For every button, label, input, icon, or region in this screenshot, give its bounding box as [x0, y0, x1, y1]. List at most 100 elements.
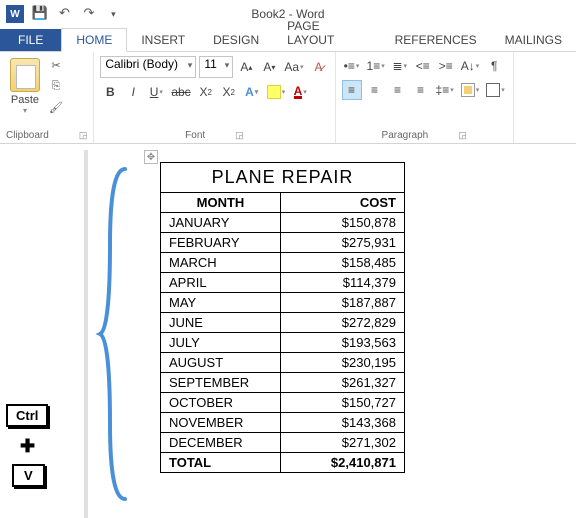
table-row[interactable]: JANUARY$150,878 [161, 213, 405, 233]
cell-cost[interactable]: $272,829 [281, 313, 405, 333]
undo-icon[interactable]: ↶ [54, 3, 74, 23]
line-spacing-icon[interactable]: ‡≡ [434, 80, 456, 100]
strikethrough-button[interactable]: abc [169, 82, 192, 102]
table-row[interactable]: AUGUST$230,195 [161, 353, 405, 373]
cell-cost[interactable]: $271,302 [281, 433, 405, 453]
cell-month[interactable]: JANUARY [161, 213, 281, 233]
bold-button[interactable]: B [100, 82, 120, 102]
table-row[interactable]: NOVEMBER$143,368 [161, 413, 405, 433]
document-area[interactable]: ✥ Ctrl ✚ V PLANE REPAIR MONTH COST JANUA… [0, 144, 576, 518]
paragraph-launcher-icon[interactable]: ◲ [458, 130, 467, 141]
cell-cost[interactable]: $150,727 [281, 393, 405, 413]
table-move-handle-icon[interactable]: ✥ [144, 150, 158, 164]
curly-brace-annotation [95, 164, 135, 504]
tab-design[interactable]: DESIGN [199, 29, 273, 51]
bullets-icon[interactable]: •≡ [342, 56, 362, 76]
group-paragraph: •≡ 1≡ ≣ ˂≡ ˃≡ A↓ ¶ ≡ ≡ ≡ ≡ ‡≡ Paragraph◲ [336, 52, 514, 143]
highlight-icon[interactable] [265, 82, 288, 102]
tab-file[interactable]: FILE [0, 29, 61, 51]
cell-month[interactable]: APRIL [161, 273, 281, 293]
show-hide-icon[interactable]: ¶ [484, 56, 504, 76]
cell-month[interactable]: OCTOBER [161, 393, 281, 413]
group-label-clipboard: Clipboard [6, 130, 49, 141]
save-icon[interactable]: 💾 [30, 3, 50, 23]
sort-icon[interactable]: A↓ [459, 56, 482, 76]
tab-references[interactable]: REFERENCES [381, 29, 491, 51]
table-row[interactable]: SEPTEMBER$261,327 [161, 373, 405, 393]
tab-mailings[interactable]: MAILINGS [491, 29, 576, 51]
cell-cost[interactable]: $193,563 [281, 333, 405, 353]
cell-cost[interactable]: $143,368 [281, 413, 405, 433]
multilevel-list-icon[interactable]: ≣ [390, 56, 410, 76]
paste-label: Paste [11, 94, 39, 106]
cell-cost[interactable]: $114,379 [281, 273, 405, 293]
table-title[interactable]: PLANE REPAIR [161, 163, 405, 193]
decrease-indent-icon[interactable]: ˂≡ [413, 56, 433, 76]
subscript-button[interactable]: X2 [196, 82, 216, 102]
cell-month[interactable]: AUGUST [161, 353, 281, 373]
shrink-font-icon[interactable]: A▾ [259, 57, 279, 77]
table-row[interactable]: DECEMBER$271,302 [161, 433, 405, 453]
font-name-select[interactable]: Calibri (Body) [100, 56, 196, 78]
text-effects-icon[interactable]: A [242, 82, 262, 102]
align-right-icon[interactable]: ≡ [388, 80, 408, 100]
table-row[interactable]: APRIL$114,379 [161, 273, 405, 293]
plane-repair-table[interactable]: PLANE REPAIR MONTH COST JANUARY$150,878F… [160, 162, 405, 473]
grow-font-icon[interactable]: A▴ [236, 57, 256, 77]
paste-icon [10, 58, 40, 92]
cell-month[interactable]: JUNE [161, 313, 281, 333]
italic-button[interactable]: I [123, 82, 143, 102]
increase-indent-icon[interactable]: ˃≡ [436, 56, 456, 76]
paste-button[interactable]: Paste ▾ [6, 56, 44, 116]
font-size-select[interactable]: 11 [199, 56, 233, 78]
align-center-icon[interactable]: ≡ [365, 80, 385, 100]
change-case-icon[interactable]: Aa [282, 57, 305, 77]
table-row[interactable]: OCTOBER$150,727 [161, 393, 405, 413]
table-row[interactable]: MARCH$158,485 [161, 253, 405, 273]
cell-month[interactable]: DECEMBER [161, 433, 281, 453]
total-cost[interactable]: $2,410,871 [281, 453, 405, 473]
tab-insert[interactable]: INSERT [127, 29, 199, 51]
shading-icon[interactable] [459, 80, 482, 100]
cell-month[interactable]: MAY [161, 293, 281, 313]
cell-cost[interactable]: $230,195 [281, 353, 405, 373]
clear-formatting-icon[interactable]: A̷ [309, 57, 329, 77]
cell-month[interactable]: JULY [161, 333, 281, 353]
redo-icon[interactable]: ↷ [79, 3, 99, 23]
cell-month[interactable]: SEPTEMBER [161, 373, 281, 393]
cell-cost[interactable]: $275,931 [281, 233, 405, 253]
cell-cost[interactable]: $158,485 [281, 253, 405, 273]
table-row[interactable]: JUNE$272,829 [161, 313, 405, 333]
header-month[interactable]: MONTH [161, 193, 281, 213]
cell-month[interactable]: NOVEMBER [161, 413, 281, 433]
table-row[interactable]: MAY$187,887 [161, 293, 405, 313]
format-painter-icon[interactable]: 🖌 [47, 98, 65, 116]
cell-cost[interactable]: $261,327 [281, 373, 405, 393]
cell-month[interactable]: MARCH [161, 253, 281, 273]
align-left-icon[interactable]: ≡ [342, 80, 362, 100]
font-launcher-icon[interactable]: ◲ [235, 130, 244, 141]
group-font: Calibri (Body) 11 A▴ A▾ Aa A̷ B I U abc … [94, 52, 335, 143]
superscript-button[interactable]: X2 [219, 82, 239, 102]
word-app-icon: W [6, 5, 24, 23]
justify-icon[interactable]: ≡ [411, 80, 431, 100]
total-label[interactable]: TOTAL [161, 453, 281, 473]
tab-home[interactable]: HOME [61, 28, 127, 52]
header-cost[interactable]: COST [281, 193, 405, 213]
table-row[interactable]: JULY$193,563 [161, 333, 405, 353]
cell-cost[interactable]: $150,878 [281, 213, 405, 233]
borders-icon[interactable] [484, 80, 507, 100]
cut-icon[interactable]: ✂ [47, 56, 65, 74]
underline-button[interactable]: U [146, 82, 166, 102]
qat-customize-icon[interactable]: ▾ [103, 5, 123, 25]
quick-access-toolbar: 💾 ↶ ↷ ▾ [30, 3, 123, 25]
cell-cost[interactable]: $187,887 [281, 293, 405, 313]
page-edge [84, 150, 88, 518]
clipboard-launcher-icon[interactable]: ◲ [79, 130, 88, 141]
table-row[interactable]: FEBRUARY$275,931 [161, 233, 405, 253]
cell-month[interactable]: FEBRUARY [161, 233, 281, 253]
font-name-value: Calibri (Body) [105, 57, 178, 71]
copy-icon[interactable]: ⎘ [47, 77, 65, 95]
numbering-icon[interactable]: 1≡ [365, 56, 387, 76]
font-color-icon[interactable]: A [290, 82, 310, 102]
